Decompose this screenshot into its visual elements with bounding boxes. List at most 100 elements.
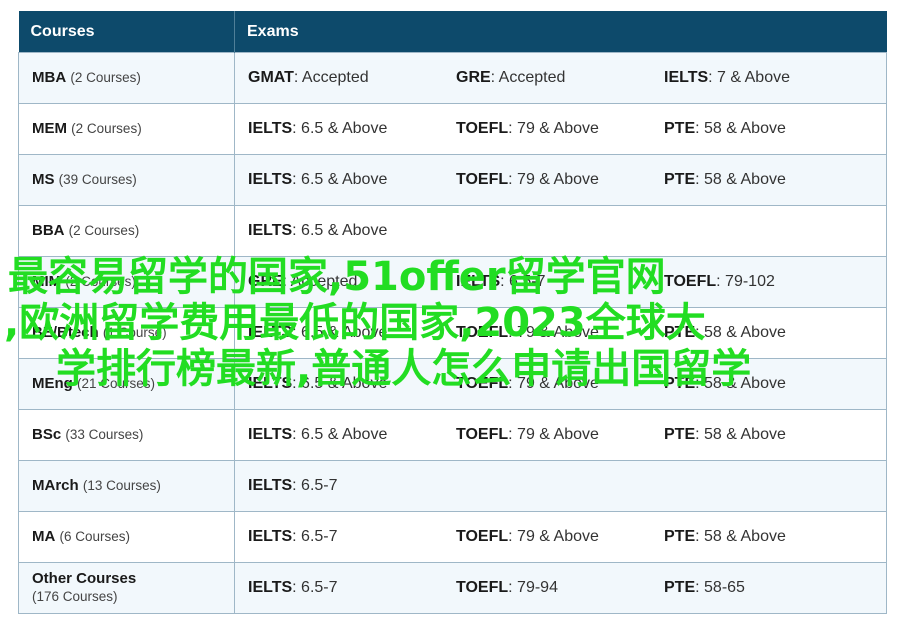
course-name: MEng [32,375,73,392]
exam-requirement: TOEFL: 79 & Above [456,324,664,342]
course-cell: MIM (2 Courses) [18,256,235,308]
exam-name: IELTS [248,477,293,494]
exams-cell: IELTS: 6.5 & Above TOEFL: 79 & Above PTE: … [234,307,887,359]
exams-cell: IELTS: 6.5 & Above TOEFL: 79 & Above PTE: … [234,409,887,461]
course-name: MA [32,528,56,545]
exam-requirement: IELTS: 6.5-7 [456,273,664,291]
exam-name: TOEFL [456,324,509,341]
exam-score: : 79-94 [508,579,558,596]
table-row: MIM (2 Courses) GRE: Accepted IELTS: 6.5-7… [18,256,887,308]
exam-score: : 79 & Above [508,324,599,341]
course-name: MBA [32,69,67,86]
exam-name: IELTS [664,69,709,86]
exam-requirement: PTE: 58-65 [664,579,872,597]
exam-score: : Accepted [490,69,566,86]
exam-name: IELTS [248,222,293,239]
exam-name: IELTS [456,273,501,290]
course-count: (1 Course) [102,325,167,340]
exam-requirement: PTE: 58 & Above [664,120,872,138]
exam-requirement: TOEFL: 79-94 [456,579,664,597]
exams-cell: IELTS: 6.5 & Above [234,205,887,257]
course-cell: MArch (13 Courses) [18,460,235,512]
exam-requirement: IELTS: 6.5 & Above [248,222,456,240]
exam-requirement: IELTS: 6.5-7 [248,477,456,495]
exams-cell: IELTS: 6.5 & Above TOEFL: 79 & Above PTE: … [234,154,887,206]
course-cell: BE/Btech (1 Course) [18,307,235,359]
exam-name: IELTS [248,528,293,545]
exams-cell: GMAT: Accepted GRE: Accepted IELTS: 7 & Ab… [234,52,887,104]
course-count: (2 Courses) [71,121,142,136]
course-count: (2 Courses) [70,70,141,85]
table-row: MEM (2 Courses) IELTS: 6.5 & Above TOEFL: … [18,103,887,155]
course-cell: MA (6 Courses) [18,511,235,563]
course-cell: Other Courses (176 Courses) [18,562,235,614]
table-body: MBA (2 Courses) GMAT: Accepted GRE: Accept… [18,52,887,614]
exams-cell: IELTS: 6.5 & Above TOEFL: 79 & Above PTE : … [234,358,887,410]
course-count: (176 Courses) [32,589,118,604]
exam-name: PTE [664,324,696,341]
exam-requirement: TOEFL: 79 & Above [456,171,664,189]
exam-score: : 58 & Above [695,120,786,137]
course-count: (2 Courses) [65,274,136,289]
exam-name: TOEFL [456,528,509,545]
course-count: (33 Courses) [65,427,144,442]
exam-name: PTE [664,375,696,392]
table-row: MEng (21 Courses) IELTS: 6.5 & Above TOEFL… [18,358,887,410]
exam-score: : 58 & Above [695,324,786,341]
exam-requirement: TOEFL: 79 & Above [456,375,664,393]
course-name: BSc [32,426,62,443]
course-count: (39 Courses) [58,172,137,187]
exam-name: TOEFL [456,579,509,596]
exam-requirement: IELTS: 6.5-7 [248,528,456,546]
exam-name: IELTS [248,426,293,443]
exams-cell: GRE: Accepted IELTS: 6.5-7 TOEFL: 79-102 [234,256,887,308]
exams-cell: IELTS: 6.5-7 TOEFL: 79-94 PTE: 58-65 [234,562,887,614]
course-count: (13 Courses) [82,478,161,493]
exam-requirement: GRE: Accepted [248,273,456,291]
exam-name: TOEFL [456,426,509,443]
table-row: BE/Btech (1 Course) IELTS: 6.5 & Above TOE… [18,307,887,359]
table-row: BSc (33 Courses) IELTS: 6.5 & Above TOEFL:… [18,409,887,461]
course-name: MArch [32,477,79,494]
exam-name: IELTS [248,375,293,392]
course-cell: MEng (21 Courses) [18,358,235,410]
exam-name: PTE [664,528,696,545]
exams-cell: IELTS: 6.5-7 [234,460,887,512]
exam-name: TOEFL [456,120,509,137]
exam-score: : Accepted [282,273,358,290]
exam-name: IELTS [248,324,293,341]
exam-score: : 6.5 & Above [292,375,388,392]
table-row: Other Courses (176 Courses) IELTS: 6.5-7 TO… [18,562,887,614]
exam-score: : 7 & Above [708,69,790,86]
table-row: MBA (2 Courses) GMAT: Accepted GRE: Accept… [18,52,887,104]
exam-name: IELTS [248,120,293,137]
exam-name: IELTS [248,171,293,188]
exam-score: : 79 & Above [508,375,599,392]
exam-score: : 6.5 & Above [292,222,388,239]
exam-score: : 6.5-7 [292,528,338,545]
exam-requirement: IELTS: 6.5 & Above [248,324,456,342]
course-name: MEM [32,120,67,137]
exam-name: PTE [664,120,696,137]
table-row: MA (6 Courses) IELTS: 6.5-7 TOEFL: 79 & Ab… [18,511,887,563]
course-name: MIM [32,273,62,290]
exam-score: : Accepted [293,69,369,86]
exam-name: TOEFL [456,375,509,392]
exams-cell: IELTS: 6.5-7 TOEFL: 79 & Above PTE: 58 & A… [234,511,887,563]
exam-score: : 6.5 & Above [292,171,388,188]
exam-name: GRE [456,69,491,86]
courses-column-header: Courses [18,11,235,53]
exam-name: GRE [248,273,283,290]
exam-requirement: IELTS: 6.5 & Above [248,171,456,189]
exam-score: : 6.5-7 [292,579,338,596]
exam-score: : 6.5-7 [292,477,338,494]
exam-name: GMAT [248,69,294,86]
exam-requirement: PTE: 58 & Above [664,528,872,546]
exam-requirement: IELTS: 7 & Above [664,69,872,87]
table-row: MArch (13 Courses) IELTS: 6.5-7 [18,460,887,512]
exam-name: TOEFL [664,273,717,290]
course-count: (2 Courses) [68,223,140,238]
exam-requirement: GMAT: Accepted [248,69,456,87]
exam-score: : 58 & Above [695,528,786,545]
exam-requirement: GRE: Accepted [456,69,664,87]
